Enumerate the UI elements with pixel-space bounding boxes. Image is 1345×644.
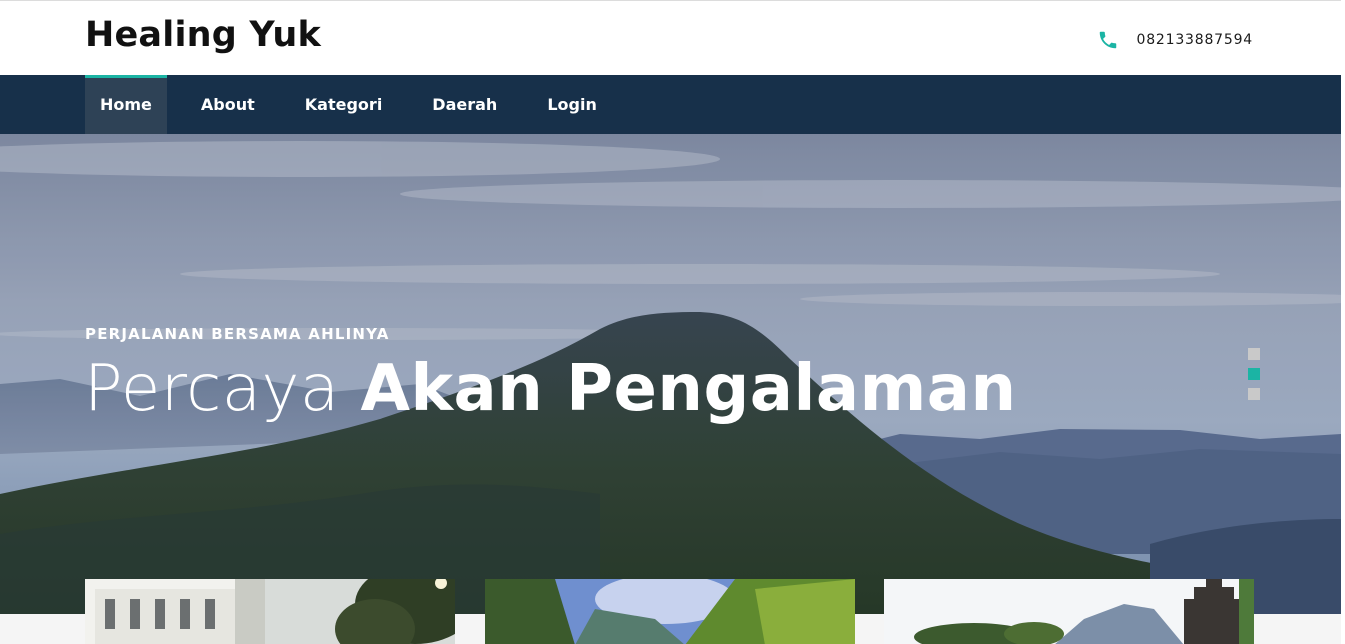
- temple-photo-icon: [884, 579, 1254, 644]
- destination-card-1[interactable]: [85, 579, 455, 644]
- hero-title: Percaya Akan Pengalaman: [84, 352, 1017, 426]
- phone-contact[interactable]: 082133887594: [1097, 29, 1254, 51]
- nav-item-daerah[interactable]: Daerah: [417, 75, 512, 134]
- waterfall-photo-icon: [485, 579, 855, 644]
- slider-pagination: [1248, 348, 1260, 400]
- phone-number[interactable]: 082133887594: [1137, 32, 1254, 48]
- nav-item-home[interactable]: Home: [85, 75, 167, 134]
- nav-list: Home About Kategori Daerah Login: [85, 75, 632, 134]
- slider-dot-1[interactable]: [1248, 348, 1260, 360]
- nav-item-kategori[interactable]: Kategori: [290, 75, 398, 134]
- nav-item-about[interactable]: About: [186, 75, 270, 134]
- destination-card-2[interactable]: [485, 579, 855, 644]
- building-photo-icon: [85, 579, 455, 644]
- page: Healing Yuk 082133887594 Home About Kate…: [0, 0, 1341, 644]
- slider-dot-2[interactable]: [1248, 368, 1260, 380]
- hero-title-bold: Akan Pengalaman: [360, 352, 1017, 426]
- main-navigation: Home About Kategori Daerah Login: [0, 75, 1341, 134]
- hero-slider: PERJALANAN BERSAMA AHLINYA Percaya Akan …: [0, 134, 1341, 614]
- hero-title-light: Percaya: [84, 352, 340, 426]
- phone-icon: [1099, 31, 1116, 49]
- top-header: Healing Yuk 082133887594: [0, 1, 1341, 75]
- slider-dot-3[interactable]: [1248, 388, 1260, 400]
- hero-kicker: PERJALANAN BERSAMA AHLINYA: [85, 325, 390, 343]
- brand-logo[interactable]: Healing Yuk: [85, 15, 321, 55]
- nav-item-login[interactable]: Login: [532, 75, 612, 134]
- destination-card-3[interactable]: [884, 579, 1254, 644]
